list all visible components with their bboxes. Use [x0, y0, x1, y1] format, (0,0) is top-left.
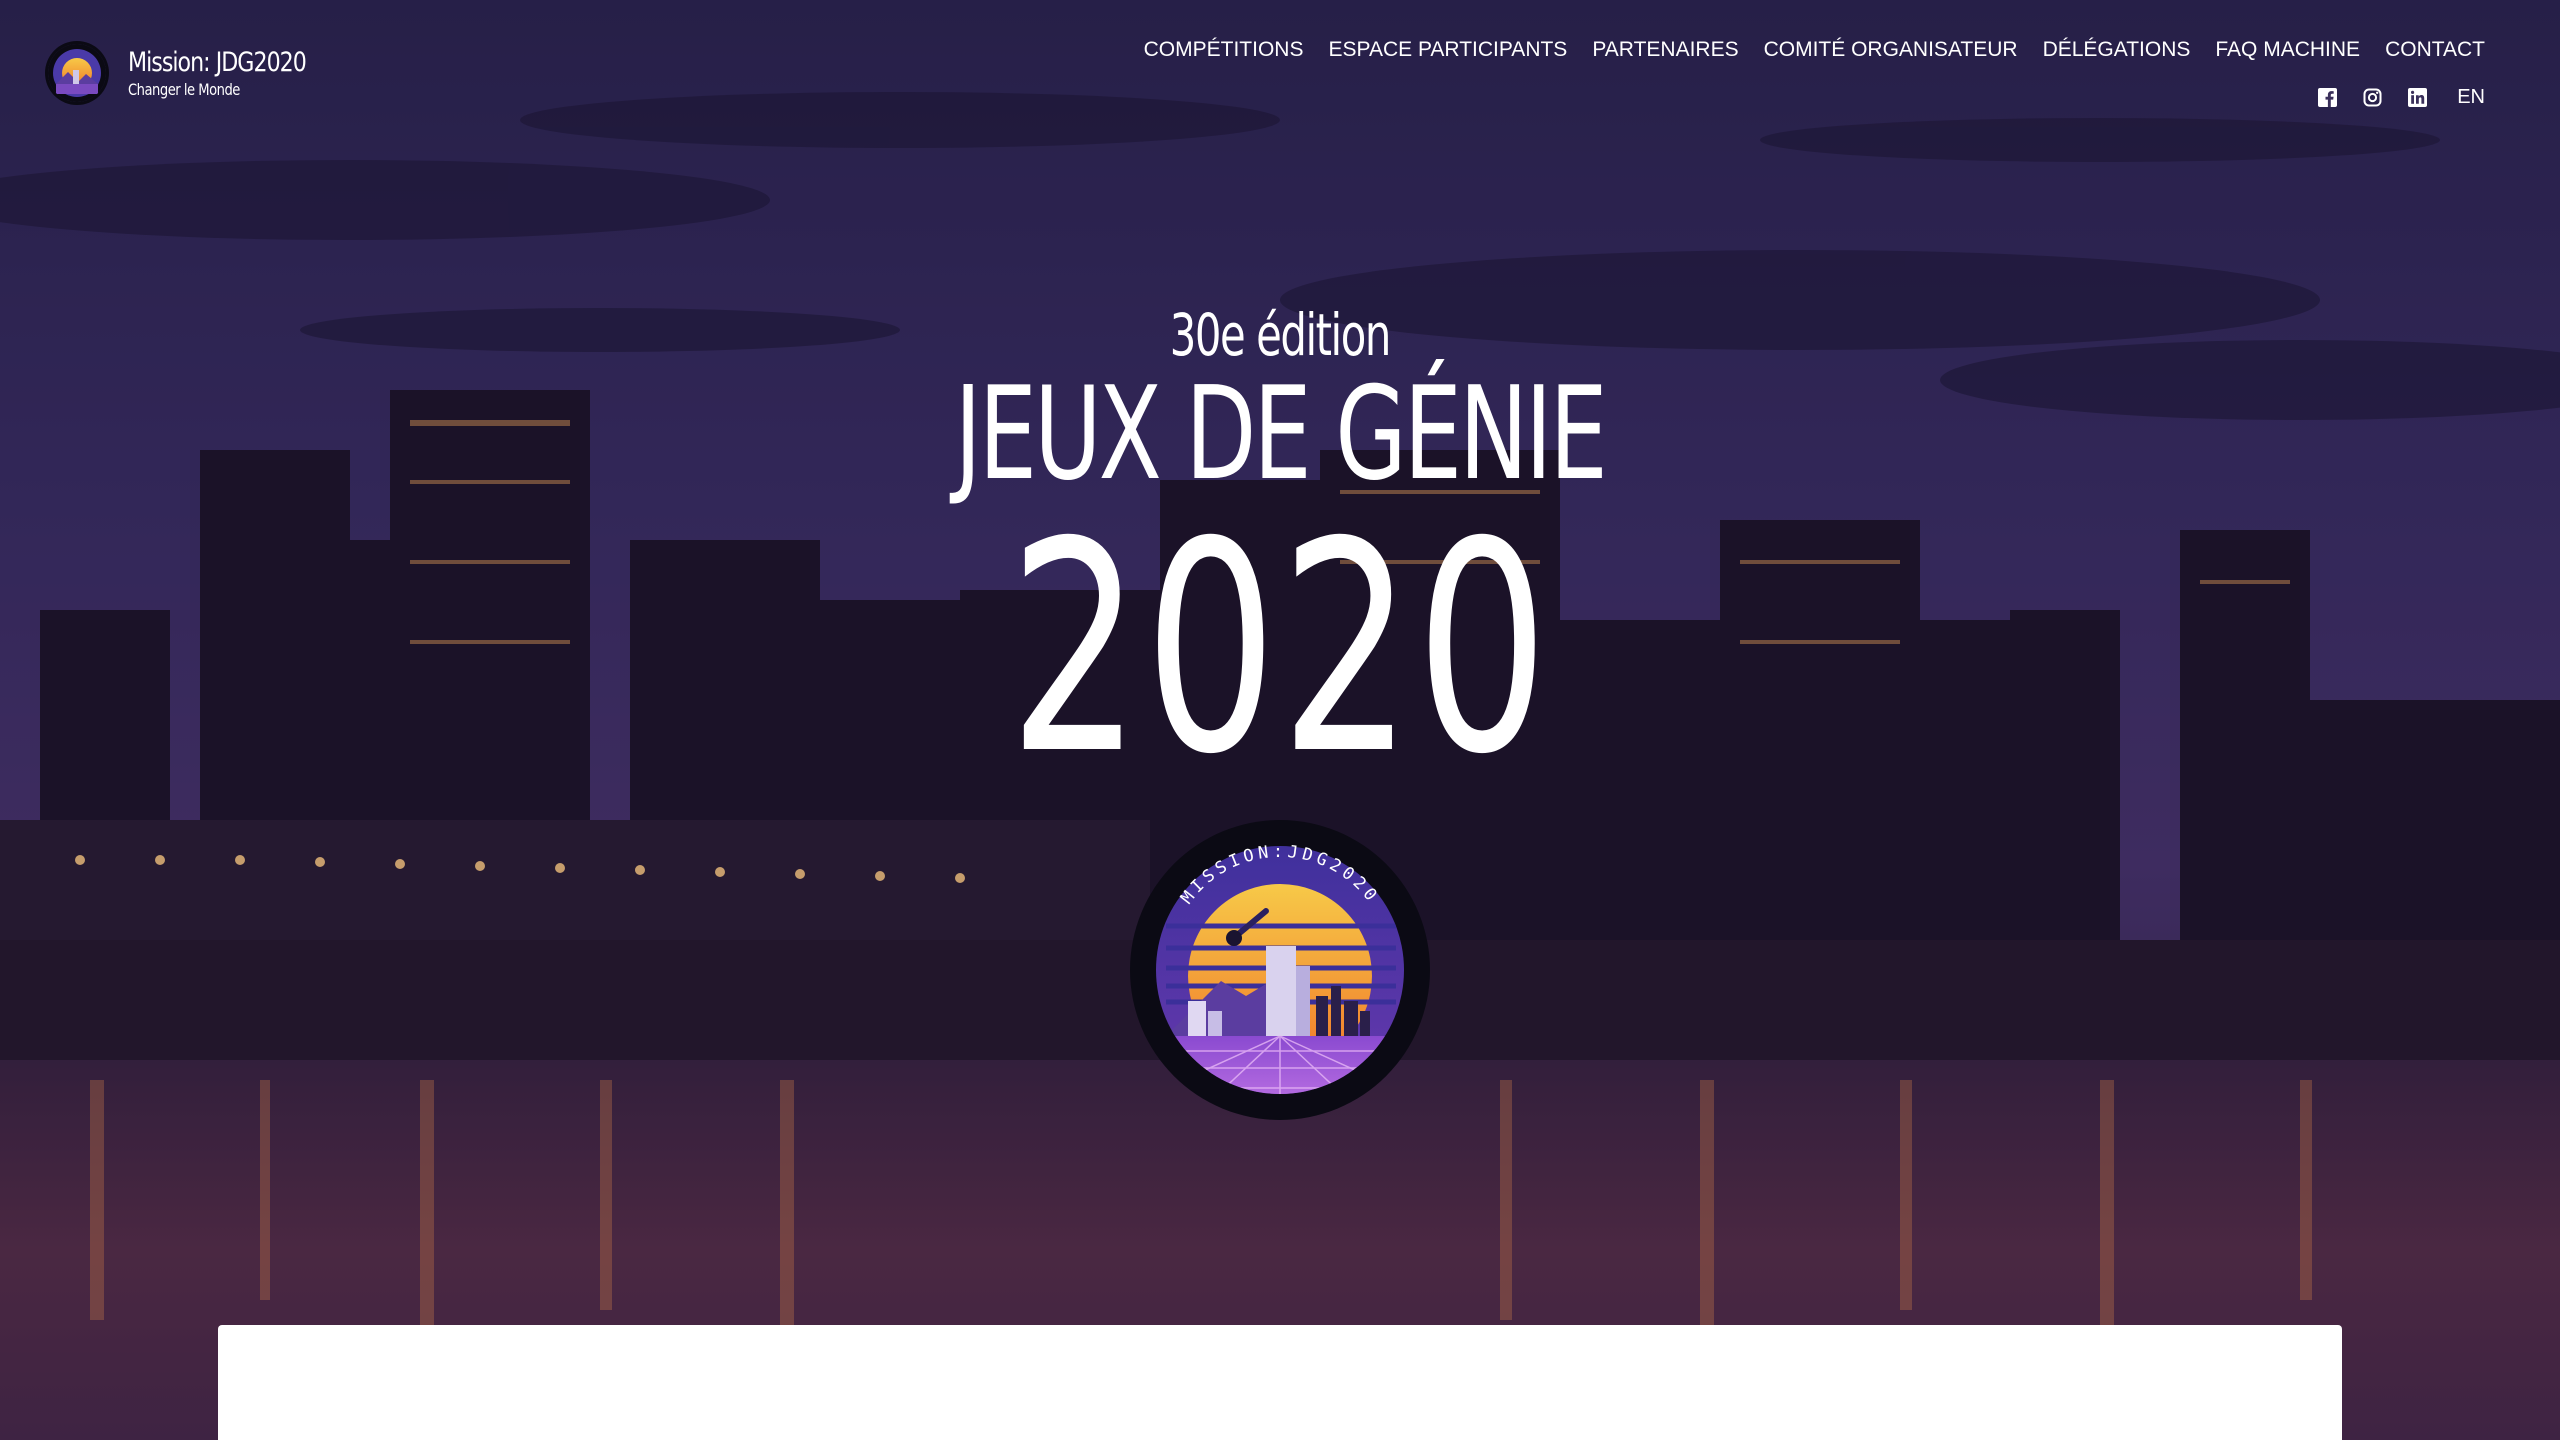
nav-item-competitions[interactable]: COMPÉTITIONS: [1144, 38, 1304, 62]
brand-text[interactable]: Mission: JDG2020 Changer le Monde: [128, 46, 345, 100]
brand[interactable]: Mission: JDG2020 Changer le Monde: [48, 44, 345, 102]
nav-item-espace-participants[interactable]: ESPACE PARTICIPANTS: [1328, 38, 1567, 62]
nav-item-delegations[interactable]: DÉLÉGATIONS: [2043, 38, 2191, 62]
nav-item-faq-machine[interactable]: FAQ MACHINE: [2215, 38, 2360, 62]
language-switch[interactable]: EN: [2457, 86, 2485, 109]
brand-logo-icon[interactable]: [48, 44, 106, 102]
hero-year-text: 2020: [1008, 481, 1552, 818]
brand-title[interactable]: Mission: JDG2020: [128, 46, 307, 80]
facebook-icon[interactable]: [2318, 88, 2338, 107]
brand-subtitle: Changer le Monde: [128, 80, 240, 99]
mission-badge-logo: MISSION:JDG2020: [1126, 816, 1434, 1124]
hero-year: 2020: [0, 500, 2560, 800]
instagram-icon[interactable]: [2363, 88, 2382, 107]
social-links: EN: [2318, 86, 2485, 109]
main-navigation: COMPÉTITIONS ESPACE PARTICIPANTS PARTENA…: [1144, 38, 2485, 62]
nav-item-comite-organisateur[interactable]: COMITÉ ORGANISATEUR: [1764, 38, 2018, 62]
nav-item-contact[interactable]: CONTACT: [2385, 38, 2485, 62]
page: Mission: JDG2020 Changer le Monde COMPÉT…: [0, 0, 2560, 1440]
linkedin-icon[interactable]: [2408, 88, 2428, 107]
content-card: [218, 1325, 2342, 1440]
nav-item-partenaires[interactable]: PARTENAIRES: [1592, 38, 1738, 62]
